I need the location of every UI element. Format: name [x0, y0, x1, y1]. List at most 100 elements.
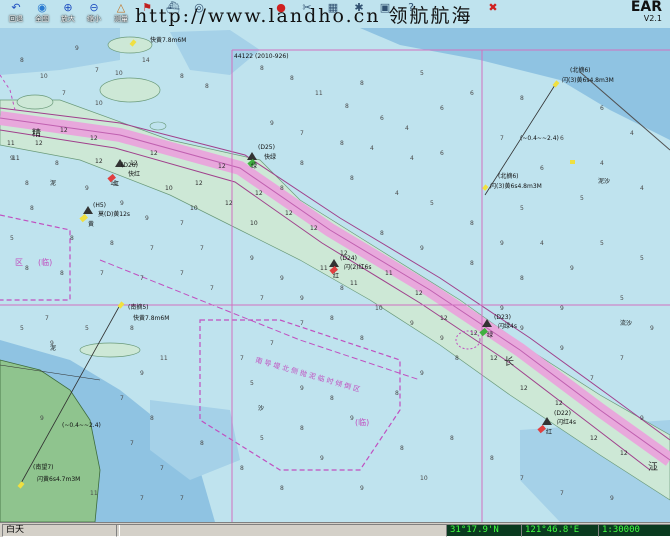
toolbar-button-2[interactable]: ⊕ 放大 [55, 2, 81, 28]
svg-text:8: 8 [455, 355, 459, 362]
zoom-in-icon: ⊕ [63, 1, 73, 14]
svg-text:4: 4 [370, 145, 374, 152]
svg-text:6: 6 [440, 150, 444, 157]
buoy-d24-light-label: 闪(2)红6s [344, 263, 371, 271]
svg-text:10: 10 [165, 185, 173, 192]
exit-icon: ✖ [488, 1, 498, 14]
svg-text:9: 9 [560, 305, 564, 312]
svg-text:5: 5 [260, 435, 264, 442]
svg-text:9: 9 [40, 415, 44, 422]
svg-text:9: 9 [440, 335, 444, 342]
svg-text:12: 12 [555, 400, 563, 407]
svg-text:9: 9 [560, 345, 564, 352]
buoy-d23-label: (D23) [494, 314, 511, 321]
svg-text:7: 7 [62, 90, 66, 97]
svg-text:12: 12 [285, 210, 293, 217]
svg-text:8: 8 [260, 65, 264, 72]
svg-text:12: 12 [590, 435, 598, 442]
svg-text:12: 12 [490, 355, 498, 362]
light-mid-char-label: 快黄7.8m6M [133, 314, 169, 322]
svg-text:8: 8 [360, 80, 364, 87]
svg-text:7: 7 [590, 375, 594, 382]
svg-text:8: 8 [240, 465, 244, 472]
toolbar-button-3[interactable]: ⊖ 缩小 [81, 2, 107, 28]
svg-text:9: 9 [570, 265, 574, 272]
svg-text:7: 7 [100, 270, 104, 277]
zoom-out-icon: ⊖ [89, 1, 99, 14]
svg-text:6: 6 [600, 105, 604, 112]
svg-text:8: 8 [395, 390, 399, 397]
toolbar: ↶ 回退 ◉ 全图 ⊕ 放大 ⊖ 缩小 △ 测量 ⚑ ⛴ ◎ ● ✂ ▦ ✱ ▣? ✖ http://www.lan… [0, 0, 670, 28]
svg-text:9: 9 [280, 275, 284, 282]
svg-text:8: 8 [380, 230, 384, 237]
svg-text:5: 5 [10, 235, 14, 242]
buoy-d25-light-label: 快绿 [264, 153, 276, 161]
buoy-d24-label: (D24) [340, 255, 357, 262]
bearing-a-label: (~0.4~~2.4) [520, 135, 559, 142]
svg-text:9: 9 [610, 495, 614, 502]
svg-text:7: 7 [300, 130, 304, 137]
svg-text:8: 8 [55, 160, 59, 167]
svg-text:7: 7 [150, 245, 154, 252]
toolbar-button-1[interactable]: ◉ 全图 [29, 2, 55, 28]
svg-text:12: 12 [255, 190, 263, 197]
svg-text:11: 11 [385, 270, 393, 277]
svg-text:6: 6 [560, 135, 564, 142]
svg-text:7: 7 [160, 465, 164, 472]
svg-text:7: 7 [300, 320, 304, 327]
bearing-b-label: (~0.4~~2.4) [62, 422, 101, 429]
toolbar-button-label: 回退 [9, 15, 23, 23]
scale-readout: 1:30000 [598, 524, 670, 537]
svg-text:4: 4 [395, 190, 399, 197]
buoy-d25-color-label: 绿 [251, 162, 257, 170]
svg-text:5: 5 [640, 255, 644, 262]
svg-text:10: 10 [190, 205, 198, 212]
toolbar-button-label: 测量 [114, 15, 128, 23]
svg-text:8: 8 [340, 140, 344, 147]
svg-text:12: 12 [310, 225, 318, 232]
svg-text:9: 9 [650, 325, 654, 332]
buoy-d23-color-label: 绿 [487, 331, 493, 339]
svg-text:11: 11 [90, 490, 98, 497]
svg-text:5: 5 [250, 380, 254, 387]
buoy-d26-label: (D26) [121, 162, 138, 169]
svg-text:8: 8 [200, 440, 204, 447]
zone-c-label: (临) [355, 417, 369, 427]
svg-text:6: 6 [440, 105, 444, 112]
exit-button[interactable]: ✖ [480, 2, 506, 28]
svg-text:7: 7 [45, 315, 49, 322]
svg-text:8: 8 [300, 160, 304, 167]
svg-text:8: 8 [330, 315, 334, 322]
buoy-d25-label: (D25) [258, 144, 275, 151]
svg-text:9: 9 [640, 415, 644, 422]
svg-text:6: 6 [540, 165, 544, 172]
svg-text:9: 9 [520, 325, 524, 332]
svg-text:8: 8 [345, 103, 349, 110]
toolbar-button-4[interactable]: △ 测量 [108, 2, 134, 28]
toolbar-button-0[interactable]: ↶ 回退 [3, 2, 29, 28]
svg-text:12: 12 [415, 290, 423, 297]
svg-text:8: 8 [205, 83, 209, 90]
svg-text:12: 12 [95, 158, 103, 165]
light-north-label: (北摘6) [570, 66, 591, 74]
svg-text:7: 7 [140, 275, 144, 282]
svg-text:10: 10 [95, 100, 103, 107]
svg-text:12: 12 [520, 385, 528, 392]
svg-text:8: 8 [330, 395, 334, 402]
svg-text:9: 9 [420, 245, 424, 252]
svg-text:7: 7 [95, 67, 99, 74]
buoy-d23-light-label: 闪绿4s [498, 322, 517, 330]
svg-text:8: 8 [490, 455, 494, 462]
svg-text:8: 8 [300, 425, 304, 432]
nautical-chart[interactable]: 97 1014 108710 8888 11864 6685 8646 9784 … [0, 0, 670, 536]
svg-text:4: 4 [630, 130, 634, 137]
svg-text:5: 5 [85, 325, 89, 332]
svg-text:12: 12 [218, 163, 226, 170]
display-mode[interactable]: 白天 [2, 524, 120, 537]
svg-text:9: 9 [250, 255, 254, 262]
river-label-1: 长 [504, 356, 514, 368]
chart-id-label: 44122 (2010-926) [234, 53, 289, 60]
svg-text:8: 8 [520, 95, 524, 102]
svg-text:4: 4 [600, 160, 604, 167]
toolbar-button-label: 放大 [61, 15, 75, 23]
